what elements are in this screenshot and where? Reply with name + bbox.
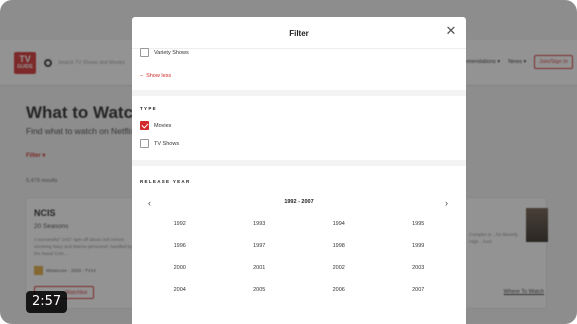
next-range-icon[interactable]: › [445, 198, 448, 208]
close-icon[interactable]: ✕ [444, 24, 458, 38]
year-option[interactable]: 1996 [140, 235, 220, 257]
modal-title: Filter [289, 29, 309, 38]
show-less-label: Show less [146, 73, 172, 79]
year-option[interactable]: 1998 [299, 235, 379, 257]
year-grid: 1992 1993 1994 1995 1996 1997 1998 1999 … [140, 213, 458, 301]
year-option[interactable]: 1992 [140, 213, 220, 235]
year-option[interactable]: 2005 [220, 279, 300, 301]
checkbox-checked[interactable] [140, 121, 149, 130]
checkbox-label: TV Shows [154, 140, 180, 147]
year-option[interactable]: 1999 [379, 235, 459, 257]
section-divider [132, 90, 466, 96]
year-option[interactable]: 1993 [220, 213, 300, 235]
checkbox-movies[interactable]: Movies [140, 121, 171, 130]
checkbox-variety-shows[interactable]: Variety Shows [140, 48, 189, 57]
year-option[interactable]: 2001 [220, 257, 300, 279]
release-year-section-label: RELEASE YEAR [140, 179, 191, 184]
checkbox-tv-shows[interactable]: TV Shows [140, 139, 179, 148]
section-divider [132, 160, 466, 166]
year-option[interactable]: 2004 [140, 279, 220, 301]
modal-header: Filter ✕ [132, 17, 466, 49]
checkbox[interactable] [140, 48, 149, 57]
checkbox-label: Variety Shows [154, 49, 189, 56]
video-frame: TV GUIDE Search TV Shows and Movies Reco… [0, 0, 577, 324]
video-duration-badge: 2:57 [26, 291, 68, 313]
year-range-label: 1992 - 2007 [284, 199, 314, 205]
year-option[interactable]: 2007 [379, 279, 459, 301]
year-option[interactable]: 2006 [299, 279, 379, 301]
type-section-label: TYPE [140, 106, 157, 111]
filter-modal: Filter ✕ Variety Shows – Show less TYPE … [132, 17, 466, 324]
year-option[interactable]: 2000 [140, 257, 220, 279]
minus-icon: – [140, 73, 144, 79]
year-option[interactable]: 2002 [299, 257, 379, 279]
checkbox-label: Movies [154, 122, 172, 129]
year-option[interactable]: 1995 [379, 213, 459, 235]
show-less-link[interactable]: – Show less [140, 73, 171, 79]
checkbox[interactable] [140, 139, 149, 148]
year-option[interactable]: 1997 [220, 235, 300, 257]
year-option[interactable]: 2003 [379, 257, 459, 279]
year-option[interactable]: 1994 [299, 213, 379, 235]
